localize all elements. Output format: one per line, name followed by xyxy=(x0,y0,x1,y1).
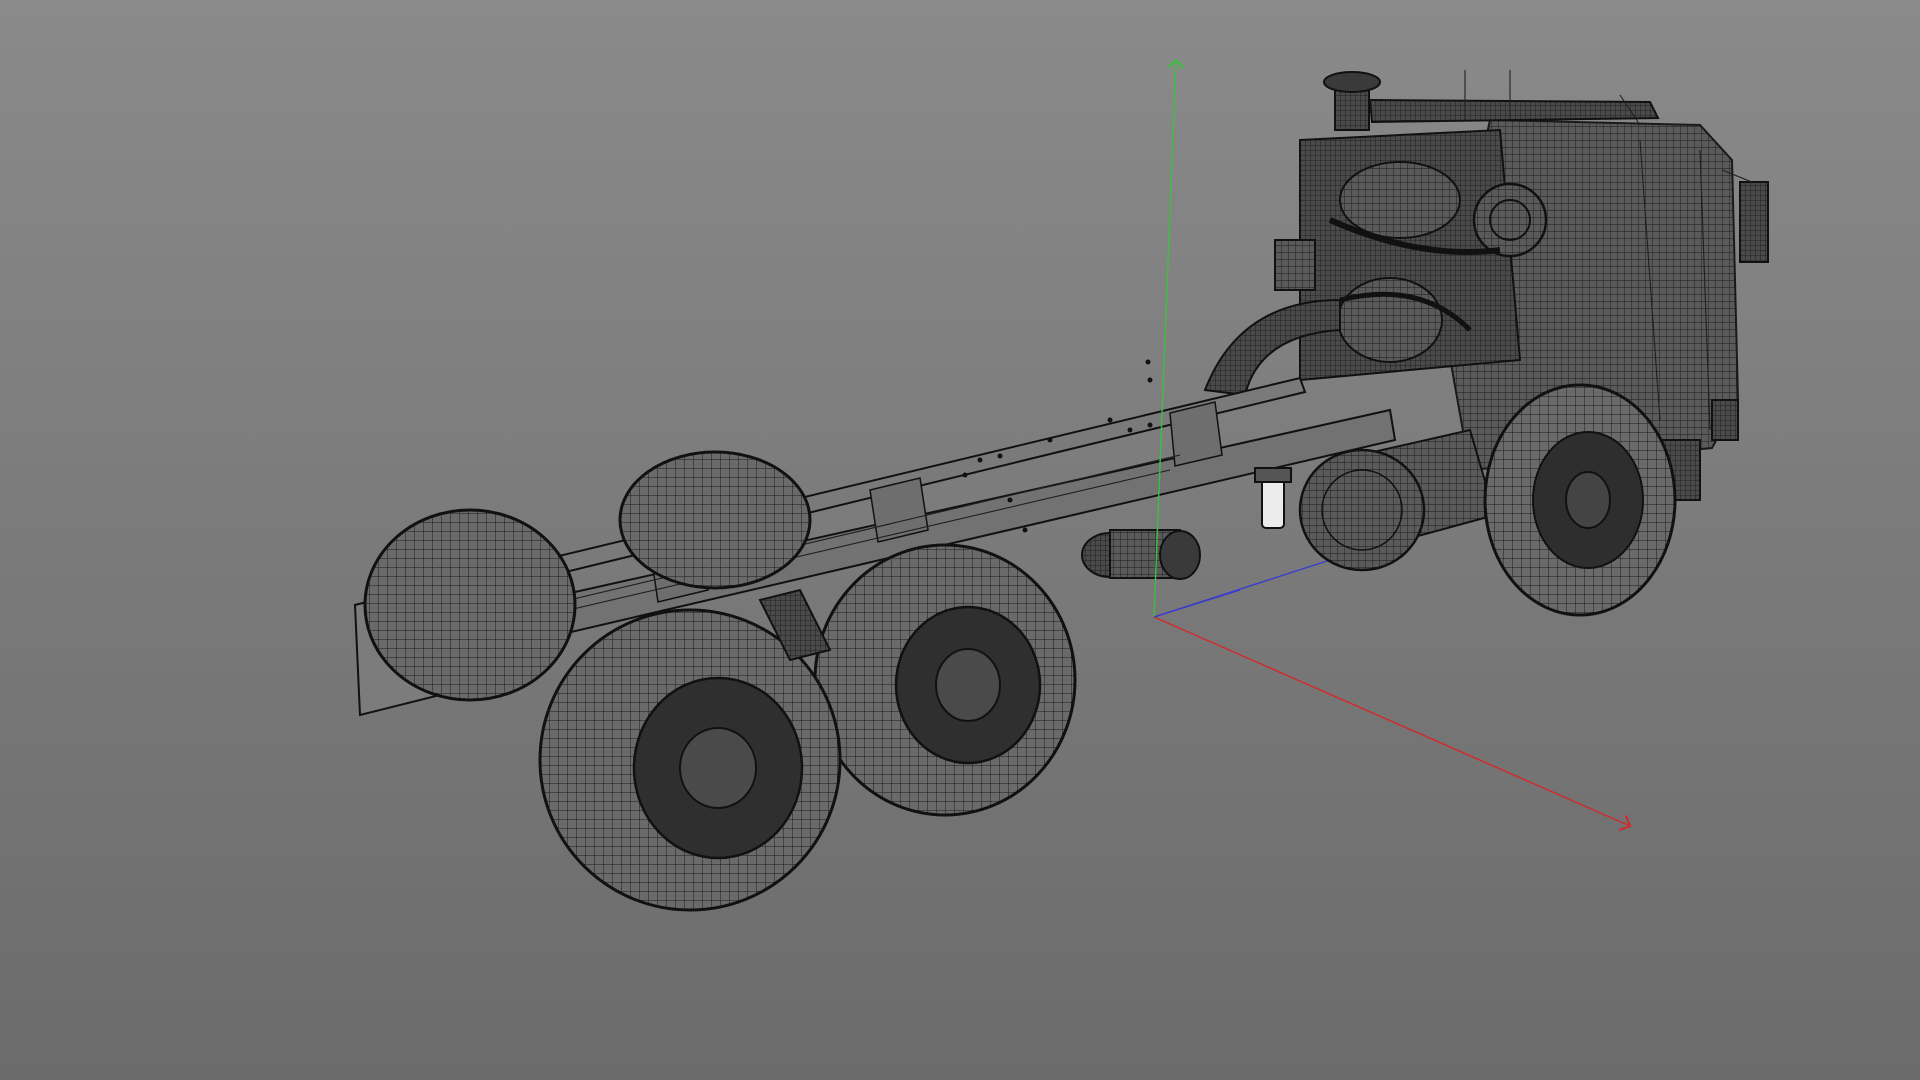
x-axis-line[interactable] xyxy=(1153,616,1630,826)
front-wheel xyxy=(1483,383,1677,617)
rear-wheel-far-1 xyxy=(363,508,577,702)
fuel-filter xyxy=(1254,467,1292,529)
3d-viewport[interactable] xyxy=(0,0,1920,1080)
z-axis-line-front[interactable] xyxy=(1153,589,1241,618)
transmission xyxy=(1081,529,1201,580)
truck-wireframe-scene[interactable] xyxy=(0,0,1920,1080)
rear-wheel-far-2 xyxy=(618,450,812,590)
rear-wheel-near-2 xyxy=(813,543,1077,817)
